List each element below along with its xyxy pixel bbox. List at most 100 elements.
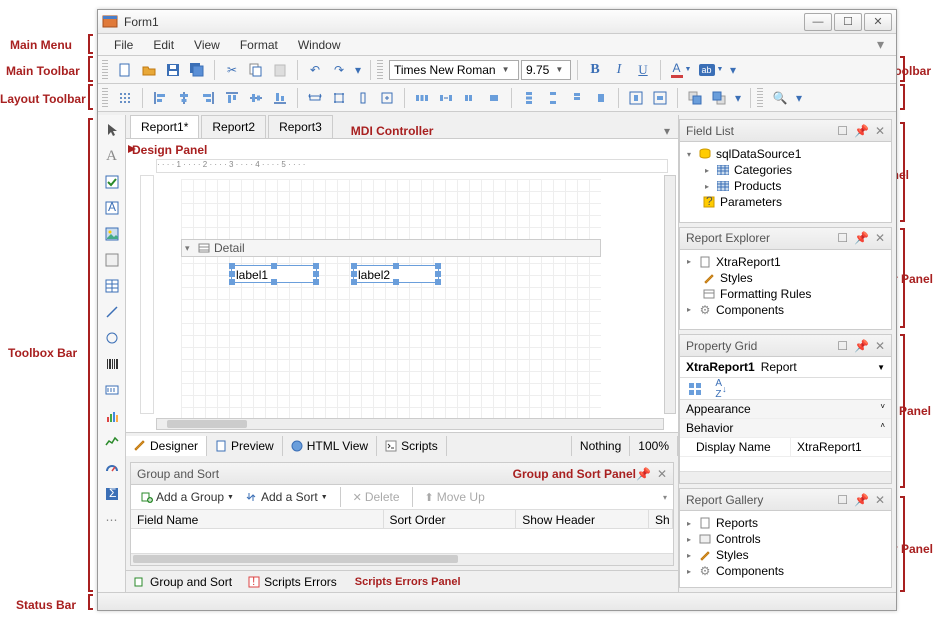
toolbar-overflow[interactable]: ▾	[352, 59, 364, 81]
line-icon[interactable]	[101, 301, 123, 323]
align-middle-v-icon[interactable]	[245, 87, 267, 109]
alphabetical-icon[interactable]: AZ↓	[710, 378, 732, 400]
font-size-combo[interactable]: 9.75▼	[521, 60, 571, 80]
tree-node-styles[interactable]: Styles	[684, 270, 887, 286]
cat-behavior[interactable]: Behavior˄	[680, 419, 891, 438]
grip[interactable]	[377, 60, 383, 80]
window-icon[interactable]: ☐	[837, 493, 848, 507]
tree-node-datasource[interactable]: ▾sqlDataSource1	[684, 146, 887, 162]
prop-value[interactable]: XtraReport1	[790, 438, 891, 456]
open-file-icon[interactable]	[138, 59, 160, 81]
zipcode-icon[interactable]	[101, 379, 123, 401]
menu-file[interactable]: File	[104, 36, 143, 54]
pin-icon[interactable]: 📌	[854, 339, 869, 353]
minimize-button[interactable]: —	[804, 13, 832, 31]
align-center-h-icon[interactable]	[173, 87, 195, 109]
toolbar-overflow[interactable]: ▾	[727, 59, 739, 81]
cat-appearance[interactable]: Appearance˅	[680, 400, 891, 419]
barcode-icon[interactable]	[101, 353, 123, 375]
close-icon[interactable]: ✕	[875, 339, 885, 353]
tab-html[interactable]: HTML View	[283, 436, 377, 456]
bring-front-icon[interactable]	[684, 87, 706, 109]
vspace-remove-icon[interactable]	[590, 87, 612, 109]
tab-groupsort[interactable]: Group and Sort	[126, 572, 240, 592]
add-sort-button[interactable]: Add a Sort▼	[242, 488, 332, 506]
group-scrollbar[interactable]	[131, 553, 673, 565]
send-back-icon[interactable]	[708, 87, 730, 109]
tree-node-products[interactable]: ▸Products	[684, 178, 887, 194]
tree-node-formatting[interactable]: Formatting Rules	[684, 286, 887, 302]
grip[interactable]	[102, 88, 108, 108]
paste-icon[interactable]	[269, 59, 291, 81]
tree-node-reports[interactable]: ▸Reports	[684, 515, 887, 531]
picturebox-icon[interactable]	[101, 223, 123, 245]
hspace-dec-icon[interactable]	[459, 87, 481, 109]
font-color-icon[interactable]: A▼	[667, 59, 695, 81]
align-right-icon[interactable]	[197, 87, 219, 109]
tab-designer[interactable]: Designer	[126, 436, 207, 456]
pin-icon[interactable]: 📌	[636, 467, 651, 481]
close-button[interactable]: ✕	[864, 13, 892, 31]
align-top-icon[interactable]	[221, 87, 243, 109]
table-icon[interactable]	[101, 275, 123, 297]
scrollbar-vertical[interactable]	[664, 175, 676, 414]
pivot-icon[interactable]: Σ	[101, 483, 123, 505]
align-grid-icon[interactable]	[114, 87, 136, 109]
menu-view[interactable]: View	[184, 36, 230, 54]
design-label2[interactable]: label2	[353, 265, 439, 283]
window-icon[interactable]: ☐	[837, 339, 848, 353]
col-sh[interactable]: Sh	[649, 510, 673, 528]
scrollbar-horizontal[interactable]	[156, 418, 664, 430]
close-icon[interactable]: ✕	[875, 231, 885, 245]
tab-report1[interactable]: Report1*	[130, 115, 199, 138]
underline-icon[interactable]: U	[632, 59, 654, 81]
design-canvas[interactable]: Detail label1 label2	[181, 179, 601, 419]
copy-icon[interactable]	[245, 59, 267, 81]
tab-report3[interactable]: Report3	[268, 115, 333, 138]
hspace-equal-icon[interactable]	[411, 87, 433, 109]
propgrid-object-selector[interactable]: XtraReport1Report▼	[680, 357, 891, 378]
hspace-remove-icon[interactable]	[483, 87, 505, 109]
vspace-inc-icon[interactable]	[542, 87, 564, 109]
maximize-button[interactable]: ☐	[834, 13, 862, 31]
design-label1[interactable]: label1	[231, 265, 317, 283]
hspace-inc-icon[interactable]	[435, 87, 457, 109]
tree-node-controls[interactable]: ▸Controls	[684, 531, 887, 547]
mdi-dropdown[interactable]: ▾	[656, 124, 678, 138]
zoom-value[interactable]: 100%	[630, 436, 678, 456]
save-icon[interactable]	[162, 59, 184, 81]
chart-icon[interactable]	[101, 405, 123, 427]
more-icon[interactable]: ⋯	[101, 509, 123, 531]
tab-report2[interactable]: Report2	[201, 115, 266, 138]
redo-icon[interactable]: ↷	[328, 59, 350, 81]
tree-node-categories[interactable]: ▸Categories	[684, 162, 887, 178]
center-h-icon[interactable]	[625, 87, 647, 109]
menu-format[interactable]: Format	[230, 36, 288, 54]
close-icon[interactable]: ✕	[657, 467, 667, 481]
align-left-icon[interactable]	[149, 87, 171, 109]
same-height-icon[interactable]	[352, 87, 374, 109]
categorized-icon[interactable]	[684, 378, 706, 400]
tab-scripts[interactable]: Scripts	[377, 436, 447, 456]
toolbar-overflow[interactable]: ▾	[793, 87, 805, 109]
ruler-horizontal[interactable]: · · · · 1 · · · · 2 · · · · 3 · · · · 4 …	[156, 159, 668, 173]
menu-edit[interactable]: Edit	[143, 36, 184, 54]
grip[interactable]	[757, 88, 763, 108]
close-icon[interactable]: ✕	[875, 493, 885, 507]
same-width-icon[interactable]	[304, 87, 326, 109]
tab-scripterrors[interactable]: !Scripts Errors	[240, 572, 345, 592]
font-family-combo[interactable]: Times New Roman▼	[389, 60, 519, 80]
same-size-icon[interactable]	[376, 87, 398, 109]
save-all-icon[interactable]	[186, 59, 208, 81]
band-detail-header[interactable]: Detail	[181, 239, 601, 257]
pointer-icon[interactable]	[101, 119, 123, 141]
pin-icon[interactable]: 📌	[854, 493, 869, 507]
col-showheader[interactable]: Show Header	[516, 510, 649, 528]
vspace-dec-icon[interactable]	[566, 87, 588, 109]
panel-icon[interactable]	[101, 249, 123, 271]
tab-preview[interactable]: Preview	[207, 436, 283, 456]
menu-overflow[interactable]: ▾	[871, 36, 890, 53]
center-v-icon[interactable]	[649, 87, 671, 109]
cut-icon[interactable]: ✂	[221, 59, 243, 81]
window-icon[interactable]: ☐	[837, 231, 848, 245]
